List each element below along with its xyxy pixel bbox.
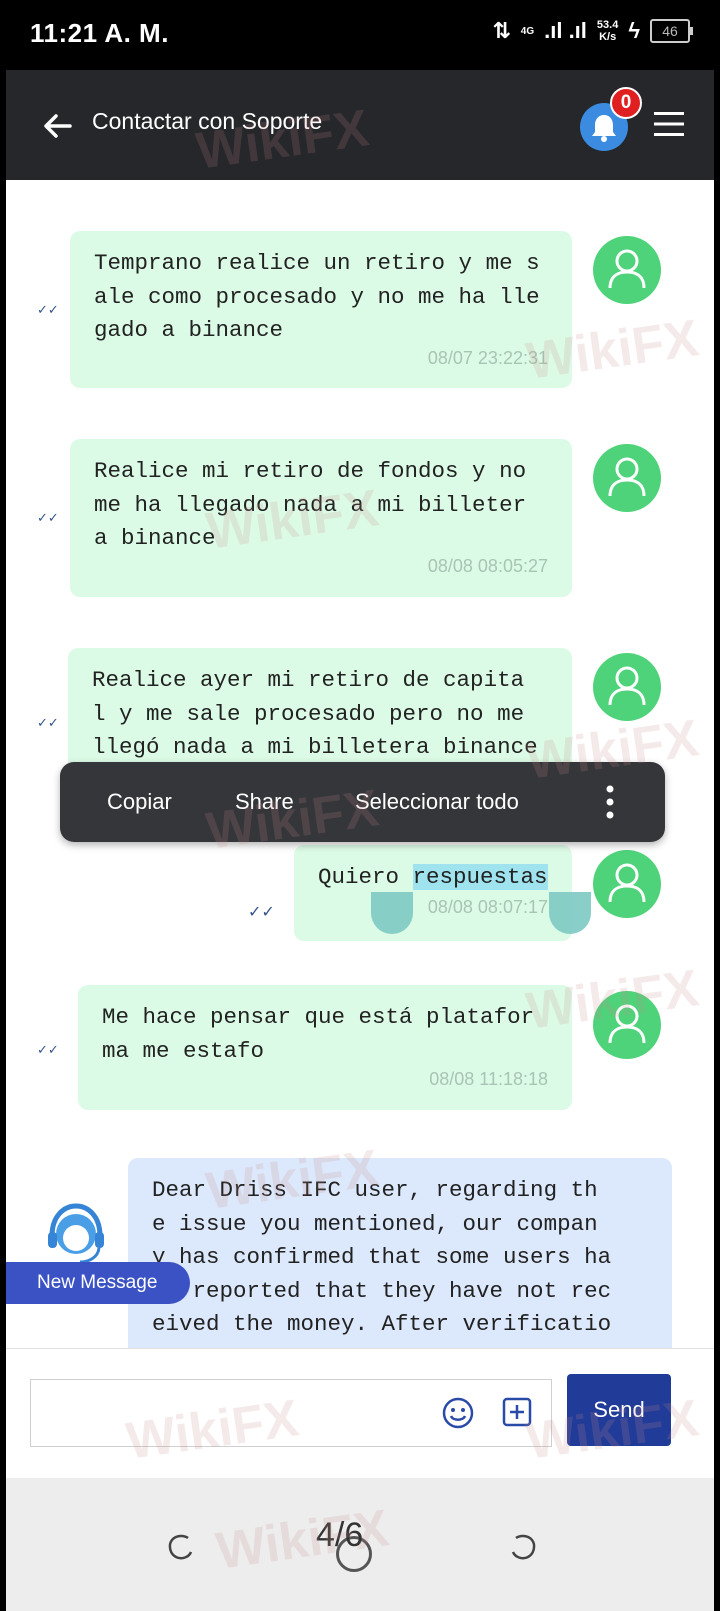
page-title: Contactar con Soporte (92, 108, 323, 134)
battery-icon: 46 (650, 19, 693, 43)
network-speed: 53.4 K/s (596, 19, 619, 43)
user-icon (608, 863, 646, 903)
message-text[interactable]: Realice mi retiro de fondos y no me ha l… (94, 455, 526, 556)
share-menu-item[interactable]: Share (235, 789, 294, 815)
message-text[interactable]: Quiero respuestas (318, 861, 548, 895)
support-agent-icon (48, 1203, 104, 1264)
hamburger-menu-icon[interactable] (654, 110, 684, 138)
user-icon (608, 1004, 646, 1044)
add-attachment-icon[interactable] (502, 1397, 532, 1427)
message-bubble[interactable]: Me hace pensar que está platafor ma me e… (78, 985, 572, 1110)
status-bar: 11:21 A. M. ⇅ 4G .ıl .ıl 53.4 K/s ϟ 46 (0, 0, 720, 70)
send-button[interactable]: Send (567, 1374, 671, 1446)
page-indicator: 4/6 (316, 1516, 364, 1554)
message-time: 08/08 08:05:27 (427, 556, 548, 576)
back-arrow-icon[interactable] (40, 108, 76, 144)
message-text[interactable]: Realice ayer mi retiro de capita l y me … (92, 664, 538, 765)
app-frame: Contactar con Soporte 0 ✓✓ Temprano real… (6, 70, 714, 1611)
agent-message-text[interactable]: Dear Driss IFC user, regarding th e issu… (152, 1174, 611, 1342)
selection-end-handle[interactable] (549, 892, 591, 934)
charging-icon: ϟ (628, 18, 640, 43)
emoji-icon[interactable] (442, 1397, 474, 1429)
message-text[interactable]: Me hace pensar que está platafor ma me e… (102, 1001, 534, 1068)
network-type: 4G (520, 25, 535, 37)
read-check-icon: ✓✓ (37, 1042, 59, 1057)
message-bubble[interactable]: Quiero respuestas 08/08 08:07:17 (294, 845, 572, 941)
message-bubble[interactable]: Realice mi retiro de fondos y no me ha l… (70, 439, 572, 597)
read-check-icon: ✓✓ (37, 510, 59, 525)
message-bubble[interactable]: Temprano realice un retiro y me s ale co… (70, 231, 572, 388)
avatar (593, 991, 661, 1059)
app-header: Contactar con Soporte 0 (6, 70, 714, 180)
signal-icon: .ıl .ıl (544, 18, 587, 43)
avatar (593, 236, 661, 304)
selected-text[interactable]: respuestas (412, 864, 548, 890)
message-time: 08/08 11:18:18 (429, 1069, 548, 1089)
notification-badge: 0 (610, 87, 642, 119)
user-icon (608, 457, 646, 497)
message-time: 08/08 08:07:17 (427, 897, 548, 917)
user-icon (608, 249, 646, 289)
message-time: 08/07 23:22:31 (427, 348, 548, 368)
read-check-icon: ✓✓ (37, 302, 59, 317)
copy-menu-item[interactable]: Copiar (107, 789, 172, 815)
new-message-button[interactable]: New Message (6, 1262, 190, 1304)
data-transfer-icon: ⇅ (492, 18, 511, 43)
message-bubble[interactable]: Realice ayer mi retiro de capita l y me … (68, 648, 572, 778)
user-icon (608, 666, 646, 706)
message-text[interactable]: Temprano realice un retiro y me s ale co… (94, 247, 540, 348)
message-input-bar: Send (6, 1348, 714, 1479)
rotate-left-icon[interactable] (164, 1530, 196, 1562)
avatar (593, 653, 661, 721)
read-check-icon: ✓✓ (37, 715, 59, 730)
avatar (593, 850, 661, 918)
status-icons: ⇅ 4G .ıl .ıl 53.4 K/s ϟ 46 (492, 18, 693, 44)
text-selection-menu: Copiar Share Seleccionar todo (60, 762, 665, 842)
select-all-menu-item[interactable]: Seleccionar todo (355, 789, 519, 815)
more-vert-icon[interactable] (606, 784, 614, 820)
avatar (593, 444, 661, 512)
status-time: 11:21 A. M. (30, 18, 169, 48)
selection-start-handle[interactable] (371, 892, 413, 934)
read-check-icon: ✓✓ (248, 904, 275, 921)
gallery-bottom-bar: 4/6 (6, 1478, 714, 1611)
agent-message-bubble[interactable]: Dear Driss IFC user, regarding th e issu… (128, 1158, 672, 1348)
rotate-right-icon[interactable] (508, 1530, 540, 1562)
